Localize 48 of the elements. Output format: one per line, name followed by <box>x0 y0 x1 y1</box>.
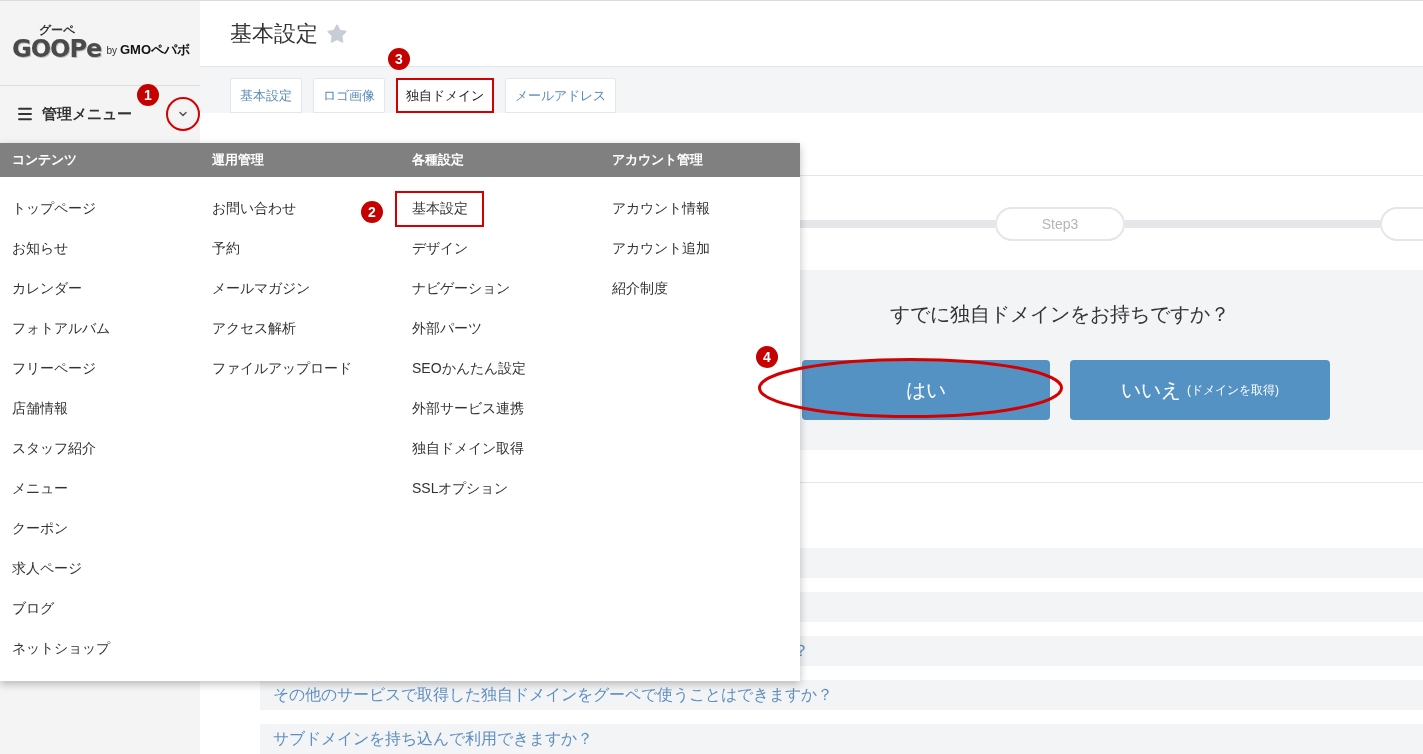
menu-column-heading: アカウント管理 <box>612 151 703 170</box>
tab[interactable]: ロゴ画像 <box>313 78 385 113</box>
menu-item[interactable]: お問い合わせ <box>212 197 296 219</box>
menu-toggle[interactable]: 管理メニュー <box>16 102 132 126</box>
tab[interactable]: メールアドレス <box>505 78 616 113</box>
menu-item[interactable]: 予約 <box>212 237 240 259</box>
menu-item[interactable]: 基本設定 <box>412 197 468 219</box>
menu-item[interactable]: 紹介制度 <box>612 277 668 299</box>
step-pill: Step3 <box>995 207 1125 241</box>
menu-item[interactable]: ネットショップ <box>12 637 110 659</box>
menu-item[interactable]: ブログ <box>12 597 54 619</box>
menu-icon <box>16 105 34 123</box>
callout-number: 3 <box>388 48 410 70</box>
menu-column-heading: コンテンツ <box>12 151 77 170</box>
logo-byline: by <box>106 46 117 56</box>
callout-number: 1 <box>137 84 159 106</box>
menu-item[interactable]: アカウント情報 <box>612 197 710 219</box>
menu-item[interactable]: メニュー <box>12 477 68 499</box>
menu-item[interactable]: 店舗情報 <box>12 397 68 419</box>
tab[interactable]: 基本設定 <box>230 78 302 113</box>
menu-item[interactable]: クーポン <box>12 517 68 539</box>
menu-item[interactable]: スタッフ紹介 <box>12 437 96 459</box>
menu-item[interactable]: お知らせ <box>12 237 68 259</box>
favorite-star-icon[interactable] <box>326 22 348 45</box>
callout-number: 2 <box>361 201 383 223</box>
menu-item[interactable]: SEOかんたん設定 <box>412 357 526 379</box>
menu-column-heading: 各種設定 <box>412 151 464 170</box>
page-title: 基本設定 <box>230 20 318 48</box>
menu-item[interactable]: 独自ドメイン取得 <box>412 437 524 459</box>
menu-item[interactable]: デザイン <box>412 237 468 259</box>
menu-item[interactable]: 外部パーツ <box>412 317 482 339</box>
menu-item[interactable]: ナビゲーション <box>412 277 510 299</box>
menu-item[interactable]: アクセス解析 <box>212 317 296 339</box>
menu-item[interactable]: メールマガジン <box>212 277 310 299</box>
menu-item[interactable]: 外部サービス連携 <box>412 397 524 419</box>
menu-column-heading: 運用管理 <box>212 151 264 170</box>
menu-item[interactable]: フリーページ <box>12 357 96 379</box>
logo-kana: グーペ <box>38 24 75 36</box>
question-text: すでに独自ドメインをお持ちですか？ <box>890 302 1230 327</box>
menu-item[interactable]: ファイルアップロード <box>212 357 352 379</box>
menu-item[interactable]: 求人ページ <box>12 557 82 579</box>
menu-item[interactable]: カレンダー <box>12 277 82 299</box>
logo-wordmark: GOOPe <box>11 36 103 62</box>
menu-item[interactable]: SSLオプション <box>412 477 509 499</box>
logo-company: GMOペパボ <box>119 43 190 56</box>
menu-item[interactable]: トップページ <box>12 197 96 219</box>
menu-item[interactable]: アカウント追加 <box>612 237 710 259</box>
menu-item[interactable]: フォトアルバム <box>12 317 110 339</box>
